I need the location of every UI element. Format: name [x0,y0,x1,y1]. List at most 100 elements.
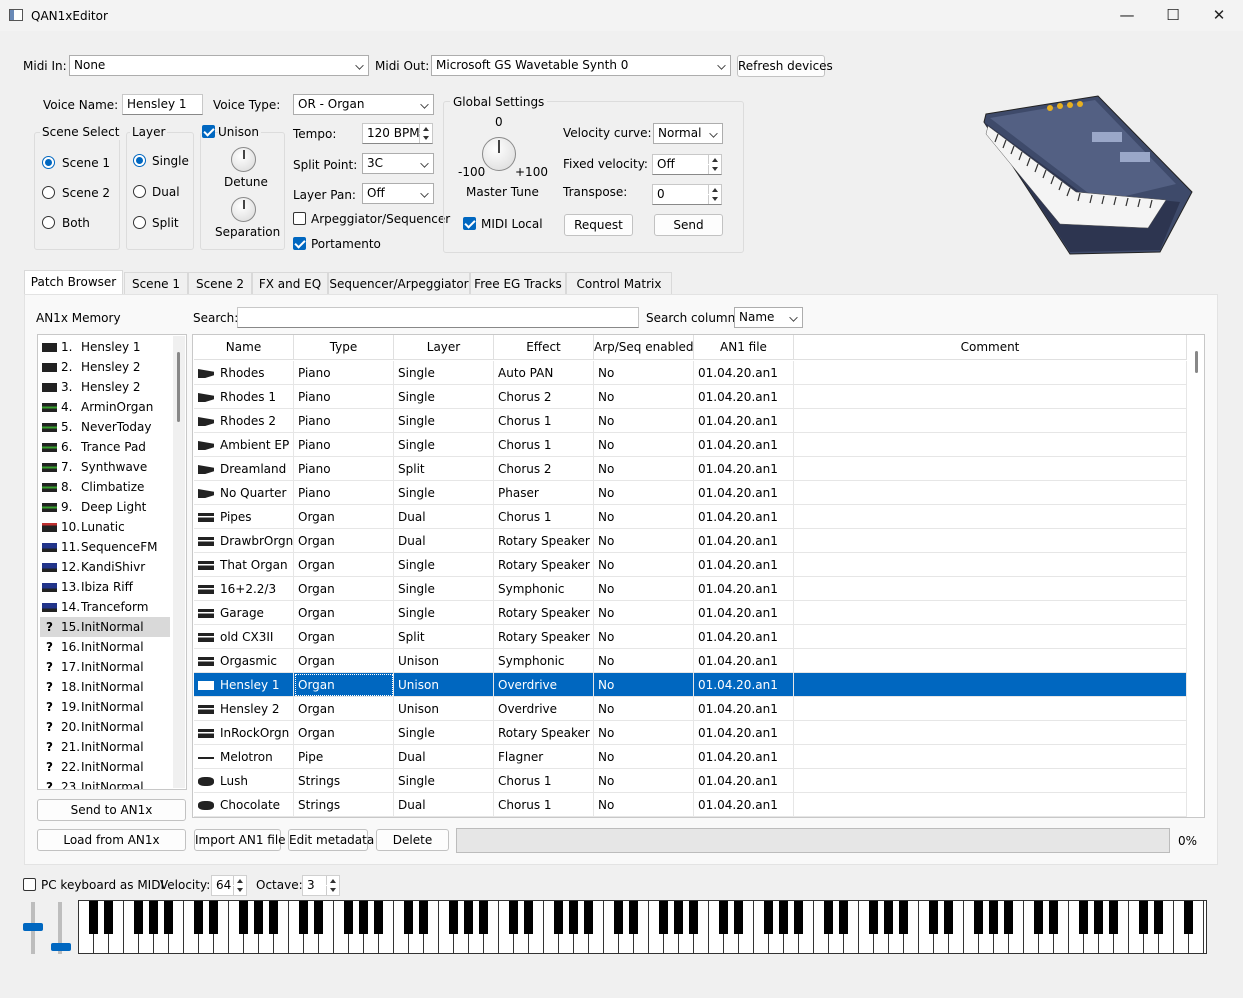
black-key[interactable] [1154,901,1163,934]
search-column-select[interactable]: Name [734,307,803,328]
black-key[interactable] [824,901,833,934]
minimize-button[interactable]: — [1104,0,1150,31]
black-key[interactable] [734,901,743,934]
send-button[interactable]: Send [654,214,723,236]
black-key[interactable] [314,901,323,934]
memory-list-item[interactable]: 5. NeverToday [40,417,170,437]
table-row[interactable]: No Quarter Piano Single Phaser No 01.04.20.an… [194,481,1187,505]
table-row[interactable]: Hensley 2 Organ Unison Overdrive No 01.04.20.… [194,697,1187,721]
midi-out-select[interactable]: Microsoft GS Wavetable Synth 0 [431,55,731,76]
memory-list-item[interactable]: 9. Deep Light [40,497,170,517]
memory-list-item[interactable]: 10.Lunatic [40,517,170,537]
midi-local-checkbox[interactable] [463,217,476,230]
split-point-select[interactable]: 3C [362,153,434,174]
memory-list-item[interactable]: ? 18.InitNormal [40,677,170,697]
black-key[interactable] [269,901,278,934]
layer-radio-single[interactable] [133,154,146,167]
black-key[interactable] [1139,901,1148,934]
master-tune-knob[interactable] [482,137,516,171]
black-key[interactable] [194,901,203,934]
black-key[interactable] [899,901,908,934]
table-row[interactable]: Dreamland Piano Split Chorus 2 No 01.04.20.an… [194,457,1187,481]
black-key[interactable] [554,901,563,934]
table-row[interactable]: 16+2.2/3 Organ Single Symphonic No 01.04.20.a… [194,577,1187,601]
spin-down-icon[interactable] [708,165,721,174]
black-key[interactable] [974,901,983,934]
scene-radio-2[interactable] [42,186,55,199]
black-key[interactable] [869,901,878,934]
black-key[interactable] [884,901,893,934]
black-key[interactable] [1034,901,1043,934]
spin-up-icon[interactable] [233,876,246,885]
tab-free-eg-tracks[interactable]: Free EG Tracks [470,272,566,294]
black-key[interactable] [149,901,158,934]
table-row[interactable]: Melotron Pipe Dual Flagner No 01.04.20.an1 [194,745,1187,769]
spin-up-icon[interactable] [326,876,339,885]
memory-list-item[interactable]: ? 20.InitNormal [40,717,170,737]
table-row[interactable]: Rhodes Piano Single Auto PAN No 01.04.20.an1 [194,361,1187,385]
black-key[interactable] [779,901,788,934]
spin-up-icon[interactable] [708,185,721,194]
layer-radio-dual[interactable] [133,185,146,198]
black-key[interactable] [254,901,263,934]
black-key[interactable] [404,901,413,934]
layer-radio-split[interactable] [133,216,146,229]
memory-list-item[interactable]: 7. Synthwave [40,457,170,477]
delete-button[interactable]: Delete [376,829,449,851]
spin-down-icon[interactable] [708,195,721,204]
table-row[interactable]: Lush Strings Single Chorus 1 No 01.04.20.an1 [194,769,1187,793]
black-key[interactable] [524,901,533,934]
black-key[interactable] [659,901,668,934]
black-key[interactable] [1094,901,1103,934]
maximize-button[interactable]: ☐ [1150,0,1196,31]
memory-list-item[interactable]: 1. Hensley 1 [40,337,170,357]
table-scrollbar-thumb[interactable] [1195,351,1198,373]
layer-pan-select[interactable]: Off [362,183,434,204]
tab-fx-and-eq[interactable]: FX and EQ [252,272,328,294]
midi-in-select[interactable]: None [69,55,369,76]
black-key[interactable] [1004,901,1013,934]
memory-list-item[interactable]: ? 23.InitNormal [40,777,170,789]
transpose-spinbox[interactable]: 0 [652,184,722,205]
detune-knob[interactable] [231,147,256,172]
black-key[interactable] [614,901,623,934]
close-button[interactable]: ✕ [1196,0,1242,31]
piano-keyboard[interactable] [78,900,1207,954]
voice-type-select[interactable]: OR - Organ [293,94,434,115]
black-key[interactable] [299,901,308,934]
table-row[interactable]: Orgasmic Organ Unison Symphonic No 01.04.20.a… [194,649,1187,673]
send-to-an1x-button[interactable]: Send to AN1x [37,799,186,821]
black-key[interactable] [134,901,143,934]
table-scrollbar[interactable] [1189,337,1203,815]
memory-list-item[interactable]: 3. Hensley 2 [40,377,170,397]
octave-spinbox[interactable]: 3 [302,875,340,896]
tab-scene-1[interactable]: Scene 1 [124,272,188,294]
search-input[interactable] [237,307,639,328]
separation-knob[interactable] [231,197,256,222]
table-row[interactable]: Rhodes 1 Piano Single Chorus 2 No 01.04.20.an… [194,385,1187,409]
memory-list-item[interactable]: ? 21.InitNormal [40,737,170,757]
scene-radio-1[interactable] [42,156,55,169]
portamento-checkbox[interactable] [293,237,306,250]
fixed-velocity-spinbox[interactable]: Off [652,154,722,175]
voice-name-input[interactable]: Hensley 1 [122,94,203,115]
black-key[interactable] [719,901,728,934]
column-header-arp-seq-enabled[interactable]: Arp/Seq enabled [594,335,694,360]
memory-list-item[interactable]: ? 17.InitNormal [40,657,170,677]
spin-down-icon[interactable] [233,886,246,895]
table-row[interactable]: Pipes Organ Dual Chorus 1 No 01.04.20.an1 [194,505,1187,529]
column-header-an1-file[interactable]: AN1 file [694,335,794,360]
tempo-spinbox[interactable]: 120 BPM [362,123,433,144]
black-key[interactable] [674,901,683,934]
import-an1-button[interactable]: Import AN1 file [194,829,286,851]
memory-list-item[interactable]: ? 19.InitNormal [40,697,170,717]
black-key[interactable] [1109,901,1118,934]
arpeggiator-checkbox[interactable] [293,212,306,225]
column-header-name[interactable]: Name [194,335,294,360]
black-key[interactable] [239,901,248,934]
memory-list[interactable]: 1. Hensley 1 2. Hensley 2 3. Hensley 2 4. Armin… [37,334,187,790]
black-key[interactable] [929,901,938,934]
black-key[interactable] [1049,901,1058,934]
spin-down-icon[interactable] [326,886,339,895]
tab-control-matrix[interactable]: Control Matrix [566,272,672,294]
